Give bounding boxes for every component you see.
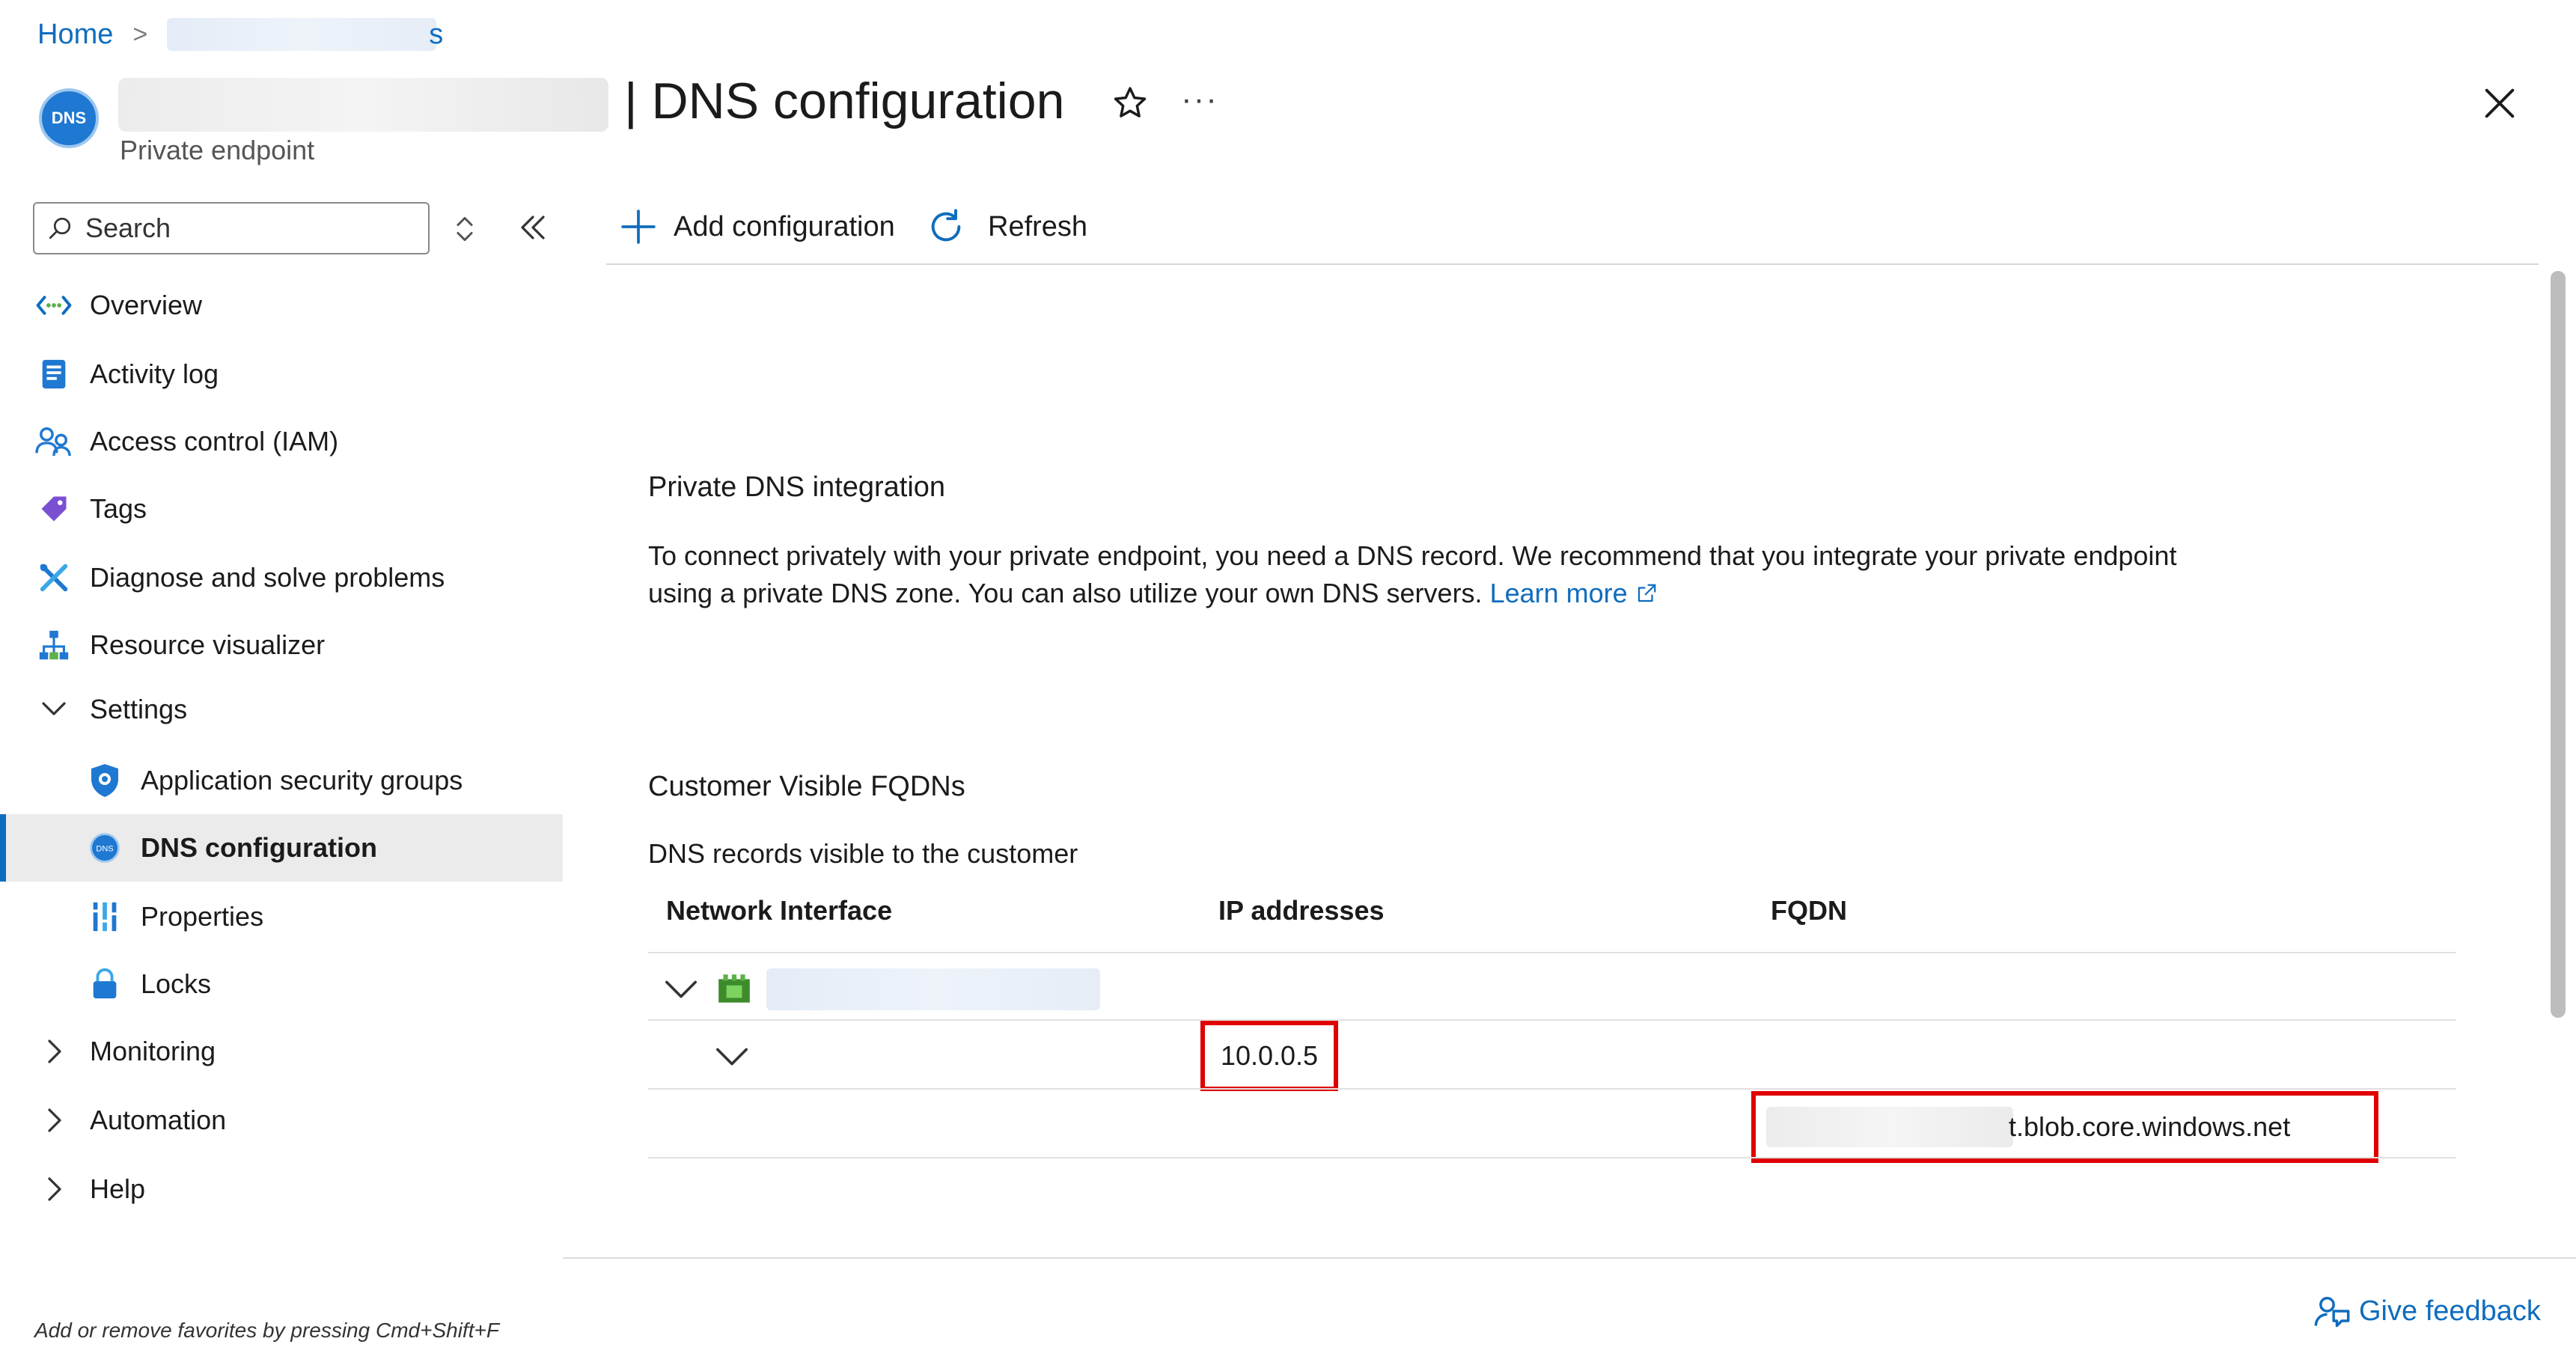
dns-records-subtext: DNS records visible to the customer	[648, 838, 1078, 869]
breadcrumb-separator: >	[132, 19, 148, 49]
iam-icon	[34, 422, 73, 461]
row-divider	[648, 1019, 2456, 1021]
add-configuration-label: Add configuration	[674, 210, 895, 242]
refresh-icon	[931, 209, 961, 242]
redacted-fqdn-prefix	[1766, 1107, 2013, 1147]
sidebar-item-label: Settings	[90, 694, 188, 724]
customer-visible-fqdns-title: Customer Visible FQDNs	[648, 771, 965, 802]
sidebar-item-label: Resource visualizer	[90, 629, 326, 660]
row-divider	[648, 1157, 2456, 1158]
give-feedback-link[interactable]: Give feedback	[2313, 1292, 2541, 1331]
search-icon	[49, 217, 71, 239]
redacted-resource-name	[118, 78, 608, 132]
sidebar-item-application-security-groups[interactable]: Application security groups	[0, 747, 563, 814]
tag-icon	[34, 489, 73, 528]
feedback-icon	[2314, 1296, 2350, 1328]
learn-more-link[interactable]: Learn more	[1490, 578, 1658, 608]
search-input[interactable]	[84, 212, 413, 245]
vertical-scrollbar[interactable]	[2551, 271, 2566, 1018]
chevron-right-icon	[34, 1101, 73, 1140]
give-feedback-label: Give feedback	[2359, 1295, 2541, 1327]
expand-network-interface-icon[interactable]	[663, 974, 699, 1004]
breadcrumb-current-link[interactable]: s	[167, 18, 443, 51]
sidebar-item-label: Automation	[90, 1105, 227, 1135]
sidebar-item-tags[interactable]: Tags	[0, 475, 563, 543]
sidebar-group-monitoring[interactable]: Monitoring	[0, 1018, 563, 1085]
redacted-text	[167, 18, 437, 51]
shield-icon	[85, 761, 124, 800]
chevron-right-icon	[34, 1170, 73, 1209]
sidebar-item-label: Properties	[141, 901, 264, 932]
sidebar-item-dns-configuration[interactable]: DNS DNS configuration	[0, 814, 563, 882]
dns-resource-icon: DNS	[39, 88, 99, 148]
search-box[interactable]	[33, 202, 430, 254]
sidebar-item-activity-log[interactable]: Activity log	[0, 341, 563, 408]
visualizer-icon	[34, 626, 73, 665]
integration-text: To connect privately with your private e…	[648, 540, 2177, 608]
fqdn-value: t.blob.core.windows.net	[2009, 1111, 2291, 1142]
refresh-label: Refresh	[988, 210, 1088, 242]
redacted-network-interface-name[interactable]	[766, 968, 1100, 1010]
collapse-sidebar-icon[interactable]	[516, 213, 549, 242]
activity-log-icon	[34, 355, 73, 394]
overview-icon	[34, 286, 73, 325]
row-divider	[648, 1088, 2456, 1090]
ip-address-value: 10.0.0.5	[1220, 1040, 1319, 1071]
properties-icon	[85, 897, 124, 936]
dns-icon: DNS	[85, 828, 124, 867]
refresh-button[interactable]: Refresh	[927, 201, 1087, 253]
sidebar-item-label: Activity log	[90, 358, 219, 389]
sidebar-item-label: Monitoring	[90, 1036, 216, 1066]
resource-type-label: Private endpoint	[120, 135, 315, 165]
sidebar-item-label: Tags	[90, 493, 147, 524]
page-title: | DNS configuration	[624, 73, 1065, 129]
breadcrumb: Home > s	[37, 13, 443, 55]
network-interface-icon	[718, 974, 750, 1003]
footer-divider	[563, 1257, 2576, 1259]
sidebar-group-help[interactable]: Help	[0, 1155, 563, 1223]
sidebar-item-label: DNS configuration	[141, 832, 377, 863]
sidebar-item-label: Access control (IAM)	[90, 426, 339, 456]
column-header-network-interface[interactable]: Network Interface	[666, 895, 892, 926]
sidebar-item-label: Overview	[90, 290, 203, 320]
breadcrumb-home-link[interactable]: Home	[37, 19, 113, 51]
external-link-icon	[1638, 584, 1656, 602]
lock-icon	[85, 965, 124, 1004]
wrench-icon	[34, 558, 73, 597]
star-favorite-icon[interactable]	[1111, 84, 1150, 123]
toolbar-divider	[606, 263, 2539, 265]
chevron-right-icon	[34, 1032, 73, 1071]
sidebar-item-label: Help	[90, 1173, 146, 1204]
ip-address-highlight: 10.0.0.5	[1200, 1021, 1338, 1091]
sidebar-group-automation[interactable]: Automation	[0, 1087, 563, 1154]
fqdn-highlight: t.blob.core.windows.net	[1751, 1091, 2378, 1163]
private-dns-integration-description: To connect privately with your private e…	[648, 537, 2182, 612]
chevron-down-icon	[34, 690, 73, 729]
sidebar-item-label: Application security groups	[141, 765, 463, 796]
expand-ip-config-icon[interactable]	[714, 1042, 750, 1072]
sidebar-item-resource-visualizer[interactable]: Resource visualizer	[0, 611, 563, 679]
private-dns-integration-title: Private DNS integration	[648, 471, 946, 503]
table-header-divider	[648, 952, 2456, 953]
favorites-hint: Add or remove favorites by pressing Cmd+…	[34, 1319, 499, 1342]
sidebar-item-locks[interactable]: Locks	[0, 950, 563, 1018]
column-header-ip-addresses[interactable]: IP addresses	[1218, 895, 1384, 926]
sidebar-item-label: Locks	[141, 968, 212, 999]
svg-text:DNS: DNS	[96, 845, 113, 854]
more-options-icon[interactable]: ···	[1181, 81, 1218, 118]
app-root: Home > s DNS | DNS configuration Private…	[0, 0, 2576, 1368]
sort-icon[interactable]	[454, 214, 476, 244]
breadcrumb-current-tail: s	[429, 18, 444, 50]
sidebar-item-access-control[interactable]: Access control (IAM)	[0, 408, 563, 475]
sidebar-item-properties[interactable]: Properties	[0, 883, 563, 950]
sidebar-item-diagnose[interactable]: Diagnose and solve problems	[0, 544, 563, 611]
learn-more-label: Learn more	[1489, 578, 1628, 608]
close-icon[interactable]	[2480, 84, 2519, 123]
add-configuration-button[interactable]: Add configuration	[620, 201, 895, 253]
sidebar-item-label: Diagnose and solve problems	[90, 562, 445, 593]
column-header-fqdn[interactable]: FQDN	[1771, 895, 1847, 926]
sidebar-group-settings[interactable]: Settings	[0, 676, 563, 743]
plus-icon	[621, 210, 656, 244]
sidebar-item-overview[interactable]: Overview	[0, 272, 563, 339]
